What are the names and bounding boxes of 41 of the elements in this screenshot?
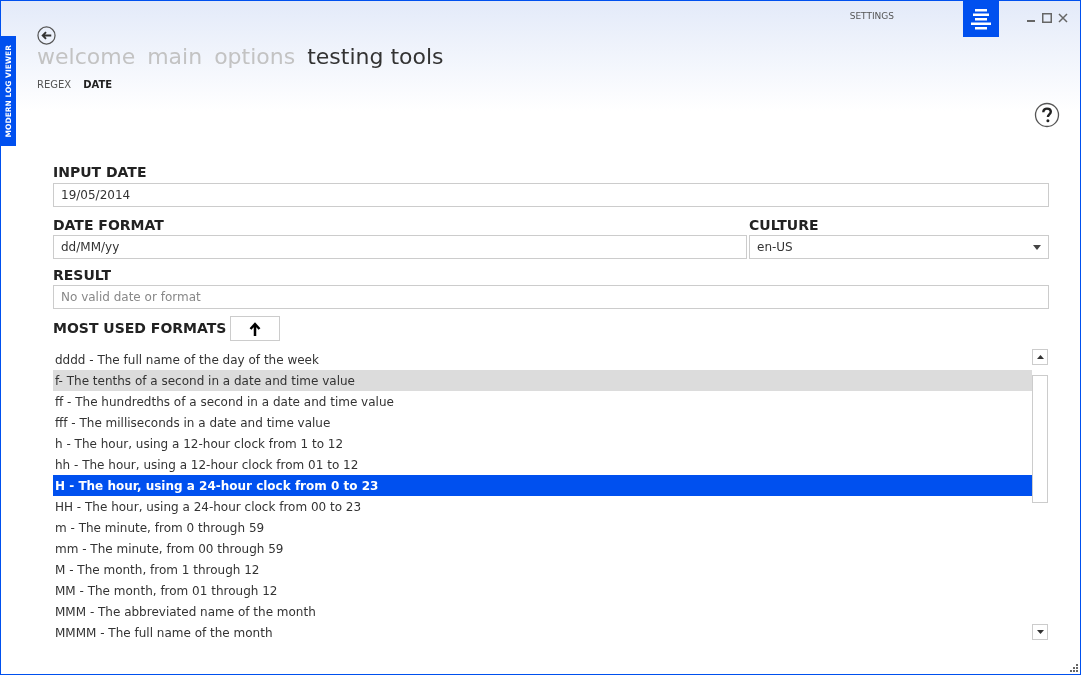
field-label: DATE FORMAT — [53, 216, 165, 235]
sub-tab[interactable]: DATE — [83, 77, 113, 92]
format-list-item[interactable]: m - The minute, from 0 through 59 — [53, 517, 1032, 538]
field-label: MOST USED FORMATS — [53, 319, 227, 338]
format-list-item[interactable]: hh - The hour, using a 12-hour clock from 01 to 12 — [53, 454, 1032, 475]
format-list-item[interactable]: mm - The minute, from 00 through 59 — [53, 538, 1032, 559]
maximize-icon[interactable] — [1042, 13, 1052, 23]
down-caret-icon — [1036, 630, 1044, 634]
input-field[interactable]: dd/MM/yy — [53, 235, 747, 259]
result-field[interactable]: No valid date or format — [53, 285, 1049, 309]
format-list-item[interactable]: M - The month, from 1 through 12 — [53, 559, 1032, 580]
format-list-item[interactable]: MMMM - The full name of the month — [53, 622, 1032, 643]
scrollbar-thumb[interactable] — [1032, 375, 1048, 503]
format-list-item[interactable]: HH - The hour, using a 24-hour clock from 00 to 23 — [53, 496, 1032, 517]
up-arrow-icon — [249, 321, 262, 336]
stacked-lines-icon — [969, 7, 993, 31]
format-list-item[interactable]: MMM - The abbreviated name of the month — [53, 601, 1032, 622]
close-icon[interactable] — [1058, 13, 1068, 23]
culture-dropdown[interactable]: en-US — [749, 235, 1049, 259]
scroll-up-button[interactable] — [1032, 349, 1048, 365]
scroll-down-button[interactable] — [1032, 624, 1048, 640]
format-list-item[interactable]: h - The hour, using a 12-hour clock from 1 to 12 — [53, 433, 1032, 454]
help-icon[interactable] — [1034, 102, 1060, 128]
sub-tab[interactable]: REGEX — [37, 77, 72, 92]
format-list-item[interactable]: H - The hour, using a 24-hour clock from 0 to 23 — [53, 475, 1032, 496]
format-list-item[interactable]: dddd - The full name of the day of the week — [53, 349, 1032, 370]
field-label: INPUT DATE — [53, 163, 148, 182]
nav-tab[interactable]: testing tools — [307, 46, 444, 68]
field-label: RESULT — [53, 266, 112, 285]
format-list-item[interactable]: f- The tenths of a second in a date and time value — [53, 370, 1032, 391]
format-list-item[interactable]: MM - The month, from 01 through 12 — [53, 580, 1032, 601]
up-caret-icon — [1036, 355, 1044, 359]
resize-grip-icon — [1070, 664, 1078, 672]
format-list-item[interactable]: fff - The milliseconds in a date and time value — [53, 412, 1032, 433]
sort-button[interactable] — [230, 316, 281, 341]
field-label: CULTURE — [749, 216, 820, 235]
menu-tile[interactable] — [963, 1, 999, 37]
dropdown-caret-icon — [1033, 244, 1041, 250]
input-field[interactable]: 19/05/2014 — [53, 183, 1049, 207]
settings-link[interactable]: SETTINGS — [849, 10, 894, 24]
format-list-item[interactable]: ff - The hundredths of a second in a date and time value — [53, 391, 1032, 412]
